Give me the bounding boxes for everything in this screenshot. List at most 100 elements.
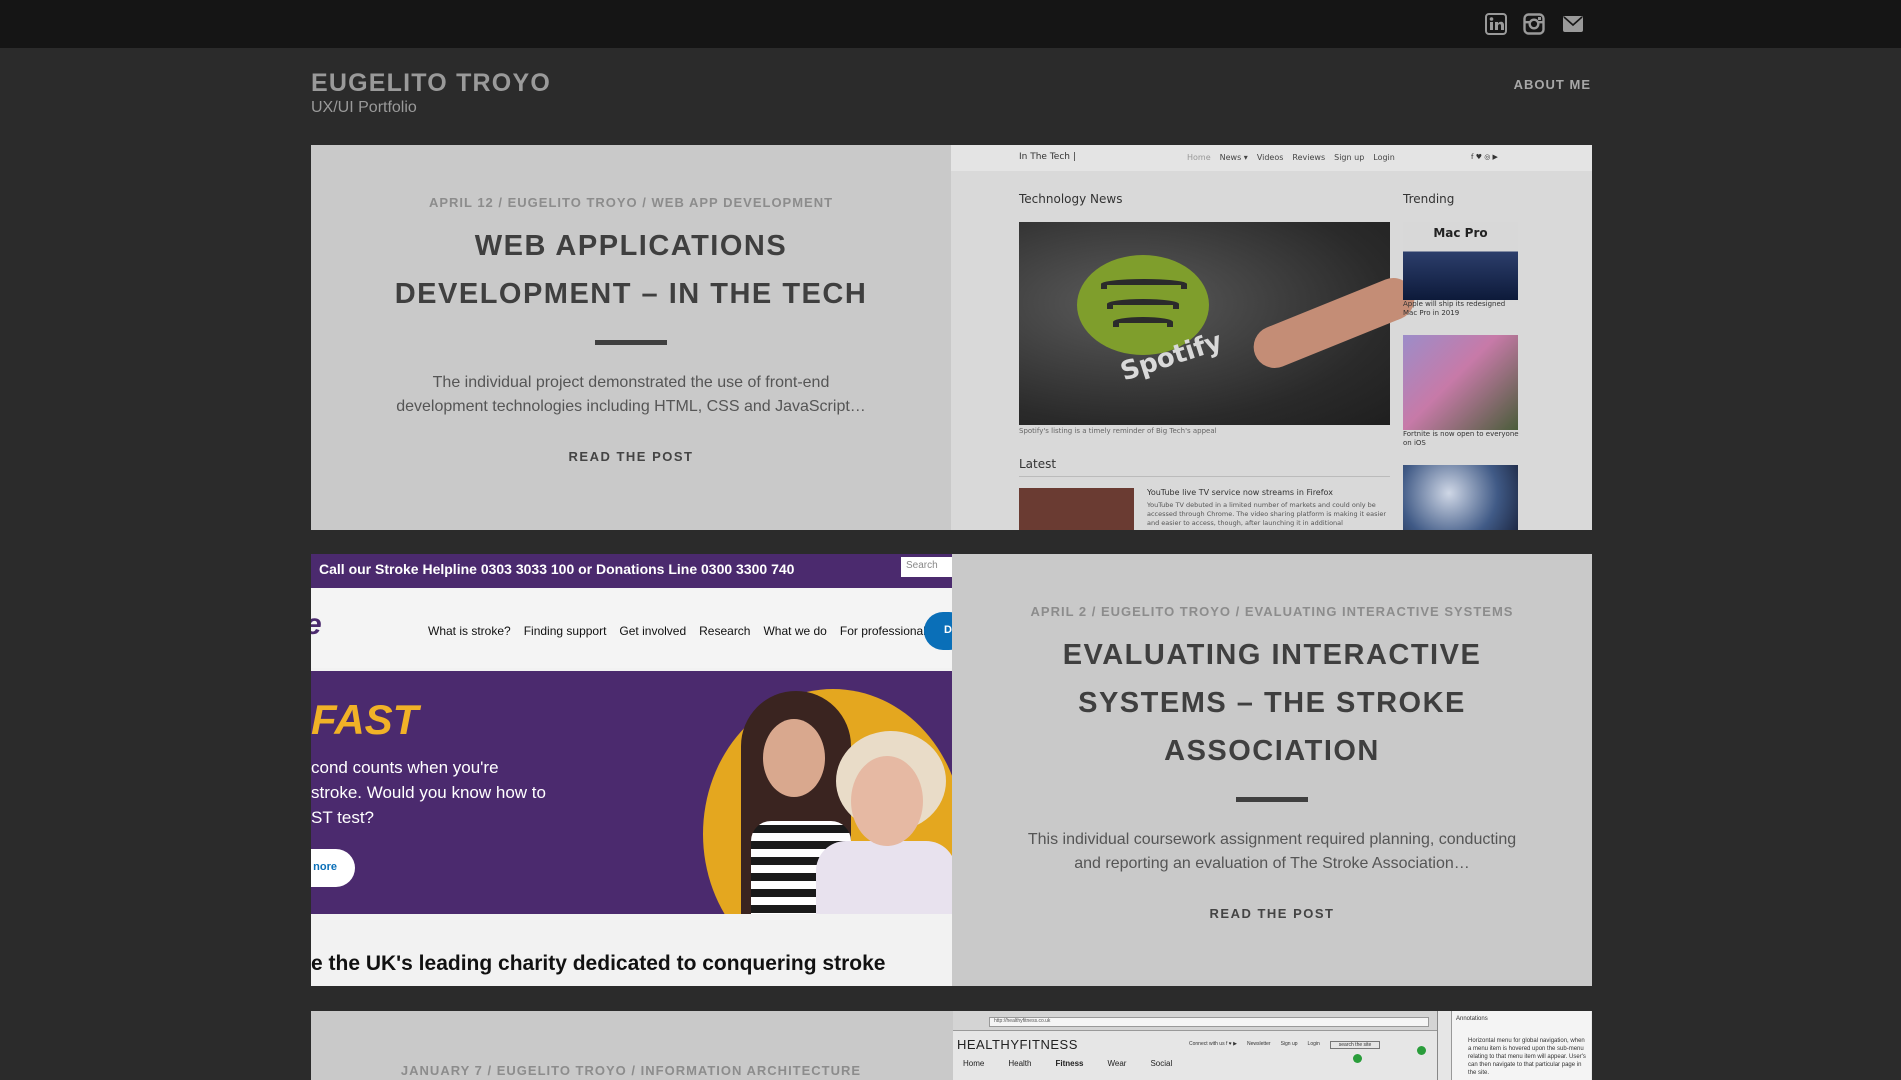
annotation-marker-icon (1417, 1046, 1426, 1055)
post-category[interactable]: EVALUATING INTERACTIVE SYSTEMS (1245, 604, 1514, 619)
thumb-top-link: Login (1307, 1041, 1320, 1047)
post-excerpt: This individual coursework assignment re… (1027, 831, 1517, 872)
post-thumbnail[interactable]: Call our Stroke Helpline 0303 3033 100 o… (311, 554, 952, 986)
site-tagline: UX/UI Portfolio (311, 99, 417, 116)
thumb-logo: HEALTHYFITNESS (957, 1037, 1078, 1052)
thumb-banner: FAST cond counts when you're stroke. Wou… (311, 671, 952, 914)
post-date[interactable]: JANUARY 7 (401, 1063, 483, 1078)
thumb-nav-links: Home News ▾ Videos Reviews Sign up Login (1187, 153, 1395, 162)
post-meta: JANUARY 7 / EUGELITO TROYO / INFORMATION… (400, 1063, 862, 1078)
mail-icon[interactable] (1561, 13, 1585, 35)
thumb-navbar: e What is stroke? Finding support Get in… (311, 588, 952, 668)
thumb-banner-line: cond counts when you're (311, 758, 499, 777)
thumb-annotations-panel: Annotations Horizontal menu for global n… (1451, 1011, 1591, 1080)
thumb-donate-button: D (924, 612, 952, 650)
thumb-nav-item: What we do (763, 624, 827, 638)
thumb-charity-tagline: e the UK's leading charity dedicated to … (311, 952, 886, 975)
title-divider (1236, 797, 1308, 802)
thumb-browser-bar: http://healthyfitness.co.uk (953, 1011, 1437, 1031)
thumb-top-links: Connect with us f ♥ ▶ Newsletter Sign up… (1189, 1041, 1381, 1049)
annotation-marker-icon (1353, 1054, 1362, 1063)
thumb-nav-item: Social (1150, 1059, 1173, 1068)
thumb-address-bar: http://healthyfitness.co.uk (989, 1017, 1429, 1027)
divider (1019, 476, 1390, 477)
post-category[interactable]: WEB APP DEVELOPMENT (652, 195, 834, 210)
post-meta: APRIL 12 / EUGELITO TROYO / WEB APP DEVE… (428, 195, 834, 210)
thumb-trending-image (1403, 465, 1518, 530)
post-title[interactable]: EVALUATING INTERACTIVE SYSTEMS – THE STR… (1037, 631, 1507, 775)
thumb-donate-label: D (944, 624, 952, 636)
instagram-icon[interactable] (1523, 13, 1545, 35)
thumb-trend-label: Mac Pro (1433, 226, 1488, 240)
thumb-social: f ♥ ◎ ▶ (1471, 153, 1498, 161)
thumb-trending-caption: Fortnite is now open to everyone on iOS (1403, 430, 1519, 447)
thumb-nav-item: Home (963, 1059, 985, 1068)
post-date[interactable]: APRIL 2 (1031, 604, 1088, 619)
thumb-nav-item: Login (1373, 153, 1395, 162)
thumb-helpline-bar: Call our Stroke Helpline 0303 3033 100 o… (311, 554, 952, 588)
thumb-nav-item: Research (699, 624, 751, 638)
post-date[interactable]: APRIL 12 (429, 195, 494, 210)
post-card: Call our Stroke Helpline 0303 3033 100 o… (311, 554, 1592, 986)
thumb-nav-item: Reviews (1292, 153, 1326, 162)
thumb-trending-image: Mac Pro (1403, 222, 1518, 300)
thumb-search-box: Search (901, 557, 952, 577)
post-category[interactable]: INFORMATION ARCHITECTURE (641, 1063, 861, 1078)
divider (1437, 1011, 1438, 1080)
thumb-annotation-text: Horizontal menu for global navigation, w… (1468, 1038, 1586, 1076)
post-summary: APRIL 2 / EUGELITO TROYO / EVALUATING IN… (952, 554, 1592, 986)
thumb-nav-item: Finding support (523, 624, 607, 638)
thumb-annotations-title: Annotations (1456, 1016, 1488, 1022)
thumb-trending-caption: Apple will ship its redesigned Mac Pro i… (1403, 300, 1506, 317)
thumb-nav-item: Fitness (1055, 1059, 1084, 1068)
thumb-more-button: nore (311, 849, 355, 887)
read-post-link[interactable]: READ THE POST (569, 449, 694, 464)
thumb-latest-text: YouTube TV debuted in a limited number o… (1147, 501, 1386, 527)
thumb-banner-line: stroke. Would you know how to (311, 783, 546, 802)
title-divider (595, 340, 667, 345)
thumb-nav-links: What is stroke? Finding support Get invo… (428, 624, 932, 638)
thumb-heading-latest: Latest (1019, 457, 1057, 471)
thumb-person-shirt (816, 841, 952, 914)
thumb-nav-item: Get involved (619, 624, 687, 638)
thumb-nav-item: What is stroke? (428, 624, 511, 638)
thumb-logo: e (311, 608, 322, 642)
thumb-fast-heading: FAST (311, 696, 419, 743)
post-card: JANUARY 7 / EUGELITO TROYO / INFORMATION… (311, 1011, 1592, 1080)
thumb-hero-image: Spotify (1019, 222, 1421, 425)
post-author[interactable]: EUGELITO TROYO (1101, 604, 1231, 619)
thumb-helpline-text: Call our Stroke Helpline 0303 3033 100 o… (319, 561, 795, 577)
thumb-person-face (763, 719, 825, 797)
linkedin-icon[interactable] (1485, 13, 1507, 35)
thumb-nav-item: News ▾ (1219, 153, 1248, 162)
thumb-nav-item: Sign up (1334, 153, 1365, 162)
thumb-nav-item: For professionals (839, 624, 932, 638)
post-author[interactable]: EUGELITO TROYO (508, 195, 638, 210)
thumb-nav-item: Wear (1107, 1059, 1127, 1068)
post-author[interactable]: EUGELITO TROYO (497, 1063, 627, 1078)
post-card: APRIL 12 / EUGELITO TROYO / WEB APP DEVE… (311, 145, 1592, 530)
thumb-top-link: Newsletter (1246, 1041, 1271, 1047)
post-thumbnail[interactable]: In The Tech | Home News ▾ Videos Reviews… (951, 145, 1592, 530)
site-brand: EUGELITO TROYO UX/UI Portfolio (311, 68, 551, 118)
about-me-link[interactable]: ABOUT ME (1514, 77, 1591, 92)
thumb-logo: In The Tech | (1019, 152, 1076, 162)
site-title[interactable]: EUGELITO TROYO (311, 68, 551, 98)
post-thumbnail[interactable]: http://healthyfitness.co.uk HEALTHYFITNE… (953, 1011, 1592, 1080)
read-post-link[interactable]: READ THE POST (1210, 906, 1335, 921)
thumb-top-link: Connect with us f ♥ ▶ (1189, 1041, 1237, 1047)
thumb-nav-item: Videos (1256, 153, 1284, 162)
thumb-top-link: Sign up (1280, 1041, 1298, 1047)
post-title[interactable]: WEB APPLICATIONS DEVELOPMENT – IN THE TE… (381, 222, 881, 318)
thumb-nav-item: Health (1008, 1059, 1032, 1068)
thumb-latest-title: YouTube live TV service now streams in F… (1147, 488, 1333, 497)
thumb-banner-line: ST test? (311, 808, 374, 827)
post-excerpt: The individual project demonstrated the … (396, 374, 866, 415)
thumb-nav: In The Tech | Home News ▾ Videos Reviews… (951, 145, 1592, 171)
thumb-trending-image (1403, 335, 1518, 430)
thumb-person-face (851, 756, 923, 846)
finger-shape (1247, 271, 1421, 375)
post-meta: APRIL 2 / EUGELITO TROYO / EVALUATING IN… (1030, 604, 1514, 619)
thumb-hero-caption: Spotify's listing is a timely reminder o… (1019, 427, 1217, 435)
thumb-top-link: search the site (1329, 1041, 1381, 1049)
